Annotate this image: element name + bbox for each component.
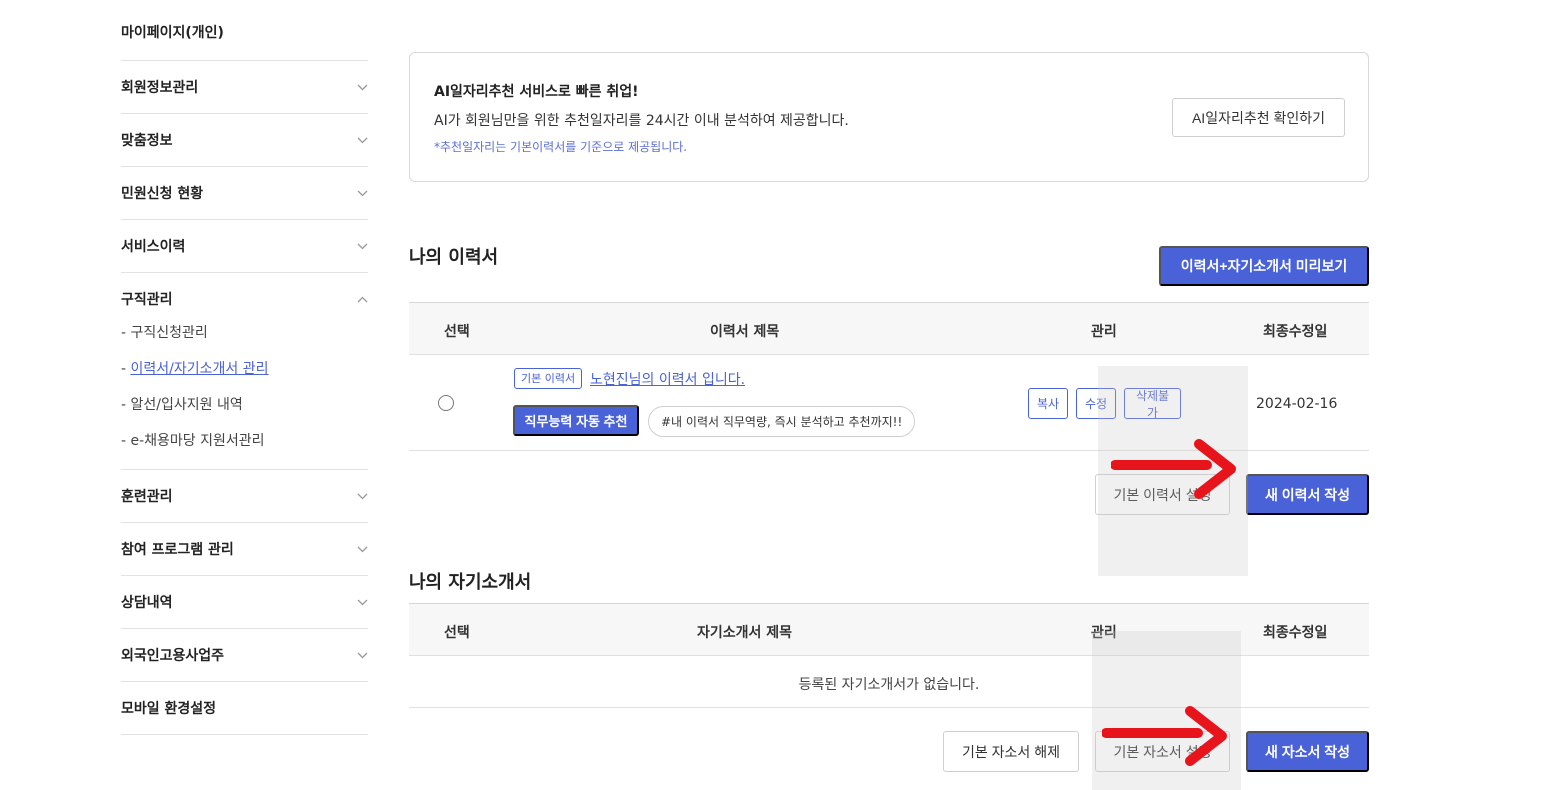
copy-button[interactable]: 복사 [1028, 388, 1068, 419]
col-manage: 관리 [1091, 324, 1117, 340]
chevron-down-icon [356, 187, 368, 199]
sidebar-item-label: 맞춤정보 [121, 133, 173, 149]
resume-section-title: 나의 이력서 [409, 247, 499, 268]
chevron-down-icon [356, 240, 368, 252]
sidebar-item-mobile-settings[interactable]: 모바일 환경설정 [121, 682, 368, 735]
resume-table-header: 선택 이력서 제목 관리 최종수정일 [409, 302, 1369, 355]
preview-button[interactable]: 이력서+자기소개서 미리보기 [1159, 246, 1369, 286]
new-resume-button[interactable]: 새 이력서 작성 [1246, 474, 1369, 515]
sidebar-item-label: 상담내역 [121, 595, 173, 611]
sidebar-item-training[interactable]: 훈련관리 [121, 470, 368, 523]
sidebar-subitem-job-application[interactable]: - 구직신청관리 [121, 325, 368, 361]
chevron-down-icon [356, 596, 368, 608]
resume-select-radio[interactable] [438, 395, 454, 411]
sidebar-subitem-label: 이력서/자기소개서 관리 [130, 361, 269, 377]
col-select: 선택 [444, 324, 470, 340]
col-select: 선택 [444, 625, 470, 641]
sidebar-item-label: 외국인고용사업주 [121, 648, 225, 664]
ai-banner-title: AI일자리추천 서비스로 빠른 취업! [434, 84, 639, 100]
ai-recommend-banner: AI일자리추천 서비스로 빠른 취업! AI가 회원님만을 위한 추천일자리를 … [409, 52, 1369, 182]
sidebar-item-label: 구직관리 [121, 292, 173, 308]
sidebar-item-label: 모바일 환경설정 [121, 701, 217, 717]
sidebar-item-label: 회원정보관리 [121, 80, 199, 96]
sidebar-item-petition-status[interactable]: 민원신청 현황 [121, 167, 368, 220]
chevron-down-icon [356, 134, 368, 146]
ai-recommend-check-button[interactable]: AI일자리추천 확인하기 [1172, 98, 1345, 137]
sidebar-item-label: 서비스이력 [121, 239, 186, 255]
sidebar-item-label: 참여 프로그램 관리 [121, 542, 234, 558]
chevron-down-icon [356, 81, 368, 93]
col-title: 자기소개서 제목 [697, 625, 793, 641]
sidebar-item-programs[interactable]: 참여 프로그램 관리 [121, 523, 368, 576]
chevron-down-icon [356, 543, 368, 555]
resume-date: 2024-02-16 [1256, 396, 1338, 412]
default-resume-badge: 기본 이력서 [514, 368, 583, 389]
unset-default-cover-button[interactable]: 기본 자소서 해제 [943, 731, 1079, 772]
ai-banner-note: *추천일자리는 기본이력서를 기준으로 제공됩니다. [434, 140, 688, 154]
sidebar-item-label: 민원신청 현황 [121, 186, 204, 202]
sidebar-group-job-search: 구직관리 - 구직신청관리 - 이력서/자기소개서 관리 - 알선/입사지원 내… [121, 273, 368, 470]
sidebar-title: 마이페이지(개인) [121, 0, 368, 61]
new-cover-button[interactable]: 새 자소서 작성 [1246, 731, 1369, 772]
ai-banner-desc: AI가 회원님만을 위한 추천일자리를 24시간 이내 분석하여 제공합니다. [434, 113, 849, 129]
hashtag-pill[interactable]: #내 이력서 직무역량, 즉시 분석하고 추천까지!! [648, 406, 916, 437]
chevron-down-icon [356, 490, 368, 502]
sidebar-item-custom-info[interactable]: 맞춤정보 [121, 114, 368, 167]
col-title: 이력서 제목 [710, 324, 780, 340]
chevron-down-icon [356, 649, 368, 661]
sidebar: 마이페이지(개인) 회원정보관리 맞춤정보 민원신청 현황 서비스이력 구직관리… [121, 0, 368, 735]
col-date: 최종수정일 [1263, 625, 1328, 641]
resume-title-link[interactable]: 노현진님의 이력서 입니다. [590, 369, 745, 389]
red-arrow-icon [1102, 706, 1227, 766]
sidebar-item-counseling[interactable]: 상담내역 [121, 576, 368, 629]
sidebar-subitem-prefix: - [121, 361, 131, 377]
cover-section-title: 나의 자기소개서 [409, 572, 532, 593]
sidebar-item-label: 훈련관리 [121, 489, 173, 505]
sidebar-item-member-info[interactable]: 회원정보관리 [121, 61, 368, 114]
sidebar-subitem-e-recruit[interactable]: - e-채용마당 지원서관리 [121, 433, 368, 455]
sidebar-subitem-resume-management[interactable]: - 이력서/자기소개서 관리 [121, 361, 368, 397]
chevron-up-icon [357, 296, 368, 303]
sidebar-subitem-referral-history[interactable]: - 알선/입사지원 내역 [121, 397, 368, 433]
skill-auto-recommend-button[interactable]: 직무능력 자동 추천 [513, 405, 639, 436]
sidebar-item-foreign-employer[interactable]: 외국인고용사업주 [121, 629, 368, 682]
sidebar-item-service-history[interactable]: 서비스이력 [121, 220, 368, 273]
red-arrow-icon [1111, 439, 1236, 499]
col-date: 최종수정일 [1263, 324, 1328, 340]
sidebar-item-job-search[interactable]: 구직관리 [121, 273, 368, 325]
